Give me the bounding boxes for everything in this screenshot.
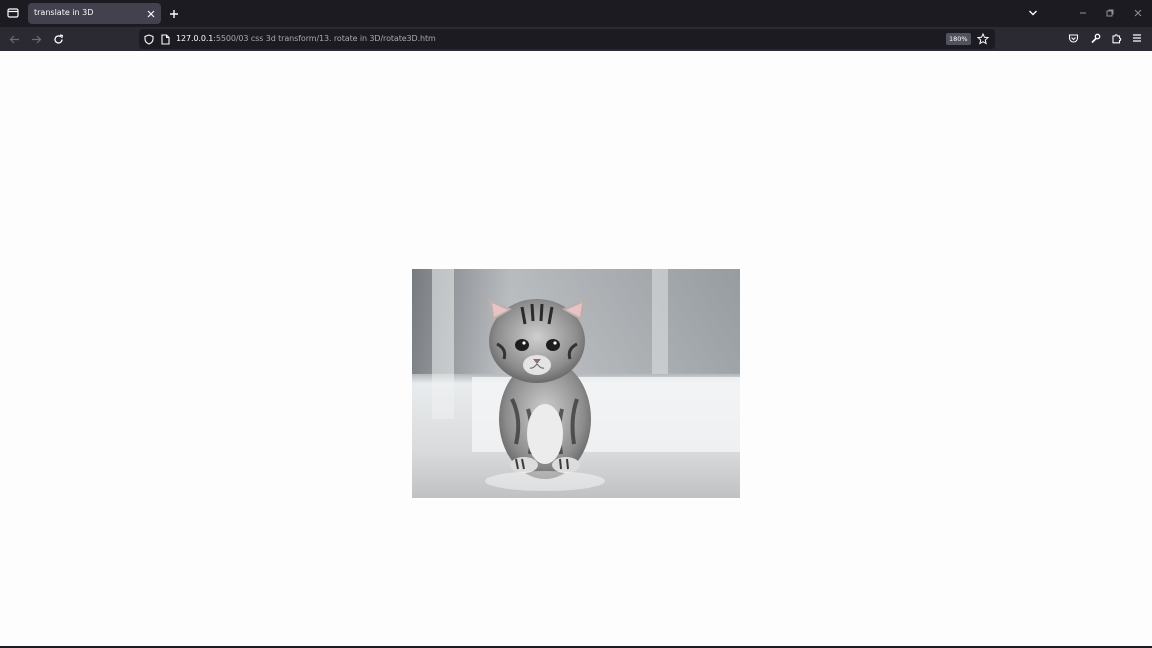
chevron-down-icon[interactable] xyxy=(1026,6,1040,20)
page-icon[interactable] xyxy=(159,32,172,46)
arrow-right-icon[interactable] xyxy=(28,31,44,47)
tab-strip: translate in 3D xyxy=(0,0,1152,27)
url-text: 127.0.0.1:5500/03 css 3d transform/13. r… xyxy=(176,34,436,43)
url-host: 127.0.0.1 xyxy=(176,34,214,43)
pocket-icon[interactable] xyxy=(1066,31,1080,45)
kitten-image xyxy=(412,269,740,498)
close-icon[interactable] xyxy=(144,7,157,20)
wrench-icon[interactable] xyxy=(1088,31,1102,45)
minimize-icon[interactable] xyxy=(1075,5,1091,21)
url-path: :5500/03 css 3d transform/13. rotate in … xyxy=(213,34,436,43)
hamburger-icon[interactable] xyxy=(1130,31,1144,45)
navigation-toolbar: 127.0.0.1:5500/03 css 3d transform/13. r… xyxy=(0,27,1152,51)
zoom-level-badge[interactable]: 180% xyxy=(946,33,971,45)
plus-icon[interactable] xyxy=(166,6,181,21)
shield-icon[interactable] xyxy=(142,32,155,46)
arrow-left-icon[interactable] xyxy=(6,31,22,47)
tab-title: translate in 3D xyxy=(34,8,94,17)
url-bar[interactable]: 127.0.0.1:5500/03 css 3d transform/13. r… xyxy=(139,29,995,49)
tab-active[interactable]: translate in 3D xyxy=(28,3,161,24)
star-icon[interactable] xyxy=(976,32,989,45)
firefox-view-icon[interactable] xyxy=(4,4,22,22)
restore-icon[interactable] xyxy=(1102,5,1118,21)
page-content xyxy=(0,51,1152,646)
reload-icon[interactable] xyxy=(50,31,66,47)
puzzle-icon[interactable] xyxy=(1109,31,1123,45)
window-close-icon[interactable] xyxy=(1130,5,1146,21)
